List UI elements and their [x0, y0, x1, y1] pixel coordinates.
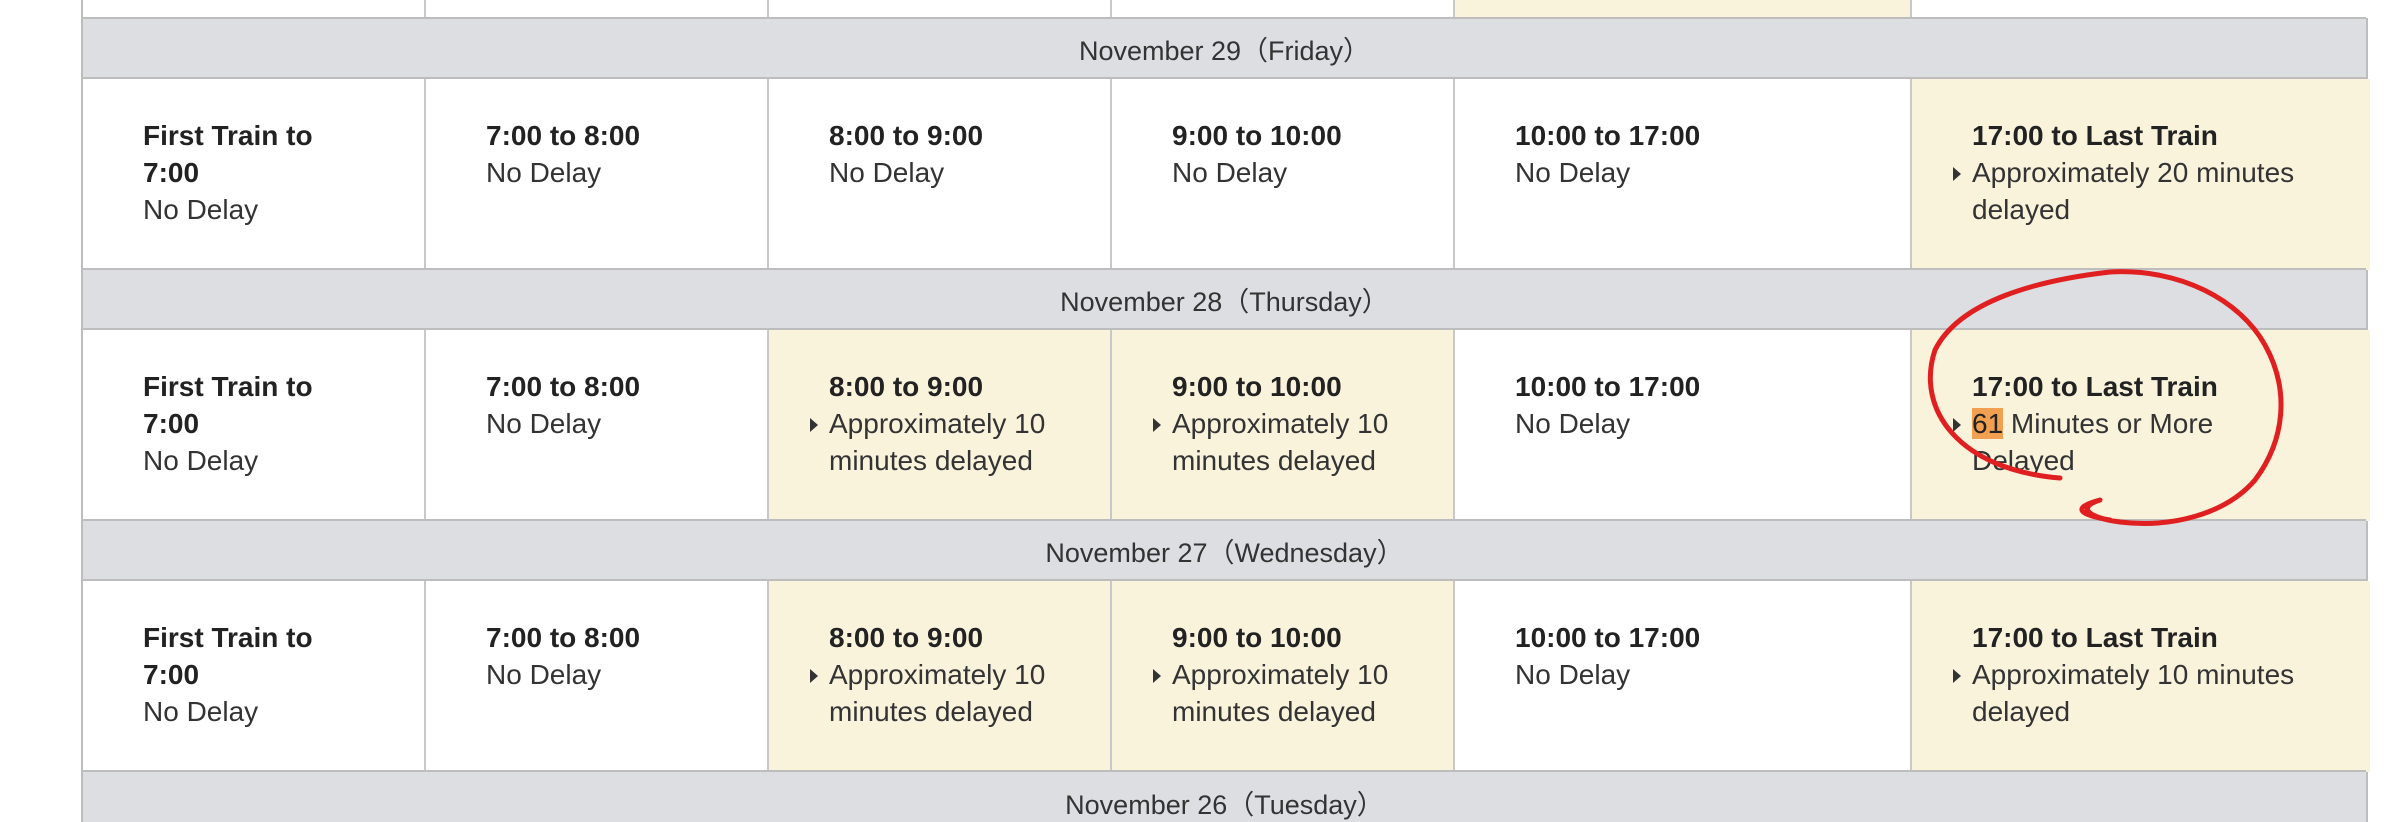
- slot-first-train: First Train to 7:00 No Delay: [83, 581, 426, 772]
- delay-history-page: November 29（Friday） First Train to 7:00 …: [0, 0, 2388, 822]
- delay-status-text: Minutes or More Delayed: [1972, 408, 2214, 476]
- slot-time: First Train to 7:00: [143, 120, 313, 188]
- delay-detail-link[interactable]: Approximately 10 minutes delayed: [810, 656, 1069, 730]
- slot-9-10: 9:00 to 10:00 No Delay: [1112, 79, 1455, 270]
- slot-time: 9:00 to 10:00: [1172, 622, 1342, 653]
- slot-time: 17:00 to Last Train: [1972, 371, 2218, 402]
- slot-17-last: 17:00 to Last Train 61 Minutes or More D…: [1912, 330, 2370, 521]
- slot-status: No Delay: [1515, 408, 1631, 439]
- date-label: November 26（Tuesday）: [1065, 789, 1384, 820]
- slot-status: No Delay: [486, 408, 602, 439]
- delay-detail-link[interactable]: Approximately 10 minutes delayed: [810, 405, 1069, 479]
- date-label: November 28（Thursday）: [1060, 286, 1389, 317]
- day-slots-row: First Train to 7:00 No Delay 7:00 to 8:0…: [83, 330, 2370, 521]
- slot-17-last: 17:00 to Last Train Approximately 10 min…: [1912, 581, 2370, 772]
- slot-status: No Delay: [829, 157, 945, 188]
- date-header: November 27（Wednesday）: [83, 519, 2366, 581]
- date-header: November 28（Thursday）: [83, 268, 2366, 330]
- slot-cell: [426, 0, 769, 18]
- date-header: November 29（Friday）: [83, 17, 2366, 79]
- slot-status: No Delay: [486, 157, 602, 188]
- slot-time: First Train to 7:00: [143, 622, 313, 690]
- slot-cell: [1112, 0, 1455, 18]
- slot-cell: [769, 0, 1112, 18]
- slot-time: 7:00 to 8:00: [486, 120, 641, 151]
- slot-time: 7:00 to 8:00: [486, 371, 641, 402]
- slot-status: No Delay: [1515, 659, 1631, 690]
- slot-time: 7:00 to 8:00: [486, 622, 641, 653]
- date-header: November 26（Tuesday）: [83, 770, 2366, 822]
- delay-detail-link[interactable]: 61 Minutes or More Delayed: [1953, 405, 2262, 479]
- slot-first-train: First Train to 7:00 No Delay: [83, 79, 426, 270]
- slot-time: 9:00 to 10:00: [1172, 120, 1342, 151]
- slot-time: 8:00 to 9:00: [829, 622, 984, 653]
- delay-history-table: November 29（Friday） First Train to 7:00 …: [81, 0, 2370, 822]
- slot-time: 10:00 to 17:00: [1515, 622, 1701, 653]
- slot-7-8: 7:00 to 8:00 No Delay: [426, 581, 769, 772]
- day-slots-row: First Train to 7:00 No Delay 7:00 to 8:0…: [83, 79, 2370, 270]
- slot-7-8: 7:00 to 8:00 No Delay: [426, 330, 769, 521]
- slot-status: No Delay: [1172, 157, 1288, 188]
- slot-7-8: 7:00 to 8:00 No Delay: [426, 79, 769, 270]
- slot-9-10: 9:00 to 10:00 Approximately 10 minutes d…: [1112, 581, 1455, 772]
- delay-detail-link[interactable]: Approximately 10 minutes delayed: [1953, 656, 2312, 730]
- slot-status: No Delay: [1515, 157, 1631, 188]
- slot-time: 8:00 to 9:00: [829, 120, 984, 151]
- slot-status: No Delay: [143, 194, 259, 225]
- slot-time: First Train to 7:00: [143, 371, 313, 439]
- previous-day-row: [83, 0, 2370, 18]
- slot-status: No Delay: [143, 445, 259, 476]
- slot-time: 8:00 to 9:00: [829, 371, 984, 402]
- slot-time: 10:00 to 17:00: [1515, 120, 1701, 151]
- slot-status: No Delay: [486, 659, 602, 690]
- day-slots-row: First Train to 7:00 No Delay 7:00 to 8:0…: [83, 581, 2370, 772]
- slot-8-9: 8:00 to 9:00 No Delay: [769, 79, 1112, 270]
- slot-10-17: 10:00 to 17:00 No Delay: [1455, 330, 1912, 521]
- date-label: November 27（Wednesday）: [1045, 537, 1404, 568]
- slot-first-train: First Train to 7:00 No Delay: [83, 330, 426, 521]
- slot-10-17: 10:00 to 17:00 No Delay: [1455, 79, 1912, 270]
- delay-minutes-highlight: 61: [1972, 408, 2004, 439]
- slot-time: 17:00 to Last Train: [1972, 622, 2218, 653]
- slot-cell: [1455, 0, 1912, 18]
- slot-9-10: 9:00 to 10:00 Approximately 10 minutes d…: [1112, 330, 1455, 521]
- delay-detail-link[interactable]: Approximately 10 minutes delayed: [1153, 405, 1412, 479]
- slot-8-9: 8:00 to 9:00 Approximately 10 minutes de…: [769, 330, 1112, 521]
- delay-detail-link[interactable]: Approximately 20 minutes delayed: [1953, 154, 2312, 228]
- slot-17-last: 17:00 to Last Train Approximately 20 min…: [1912, 79, 2370, 270]
- slot-cell: [1912, 0, 2370, 18]
- slot-time: 17:00 to Last Train: [1972, 120, 2218, 151]
- slot-time: 10:00 to 17:00: [1515, 371, 1701, 402]
- slot-cell: [83, 0, 426, 18]
- slot-8-9: 8:00 to 9:00 Approximately 10 minutes de…: [769, 581, 1112, 772]
- slot-status: No Delay: [143, 696, 259, 727]
- date-label: November 29（Friday）: [1078, 35, 1371, 66]
- delay-detail-link[interactable]: Approximately 10 minutes delayed: [1153, 656, 1412, 730]
- slot-10-17: 10:00 to 17:00 No Delay: [1455, 581, 1912, 772]
- slot-time: 9:00 to 10:00: [1172, 371, 1342, 402]
